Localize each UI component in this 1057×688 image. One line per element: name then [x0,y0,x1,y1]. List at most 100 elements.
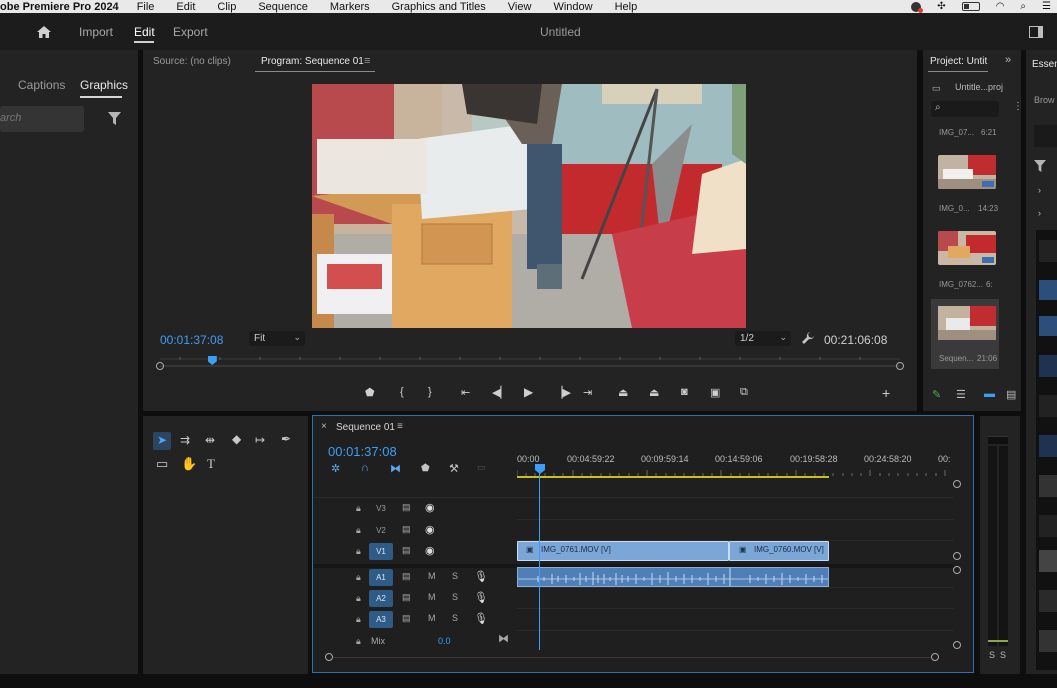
type-tool-icon[interactable]: T [207,456,215,472]
project-tab[interactable]: Project: Untit [930,56,987,67]
sync-lock-icon[interactable]: ▤ [402,502,411,513]
track-label[interactable]: V2 [369,522,393,539]
search-icon[interactable]: ⌕ [1020,1,1026,12]
mark-in-icon[interactable]: { [400,386,404,398]
go-to-in-icon[interactable]: ⇤ [461,386,470,399]
graphics-tab[interactable]: Graphics [80,78,128,92]
lock-icon[interactable]: 🔒︎ [356,636,361,647]
hand-tool-icon[interactable]: ✋ [181,456,197,472]
menu-edit[interactable]: Edit [176,1,195,13]
panel-layout-icon[interactable] [1029,26,1043,38]
sync-lock-icon[interactable]: ▤ [402,524,411,535]
rectangle-tool-icon[interactable]: ▭ [156,456,168,472]
timeline-timecode[interactable]: 00:01:37:08 [328,444,397,459]
lock-icon[interactable]: 🔒︎ [356,614,361,625]
solo-button[interactable]: S [452,571,458,581]
lock-icon[interactable]: 🔒︎ [356,503,361,514]
audio-clip[interactable] [517,567,829,587]
lock-icon[interactable]: 🔒︎ [356,546,361,557]
work-area-bar[interactable] [517,476,829,478]
go-to-out-icon[interactable]: ⇥ [583,386,592,399]
import-tab[interactable]: Import [79,25,113,39]
razor-tool-icon[interactable]: ◆ [232,432,241,446]
source-tab[interactable]: Source: (no clips) [153,56,231,67]
wrench-settings-icon[interactable] [802,332,814,344]
program-timecode[interactable]: 00:01:37:08 [160,333,223,347]
project-thumbnail[interactable] [938,155,996,189]
solo-left-button[interactable]: S [989,650,995,660]
captions-tab[interactable]: Captions [18,78,65,92]
essentials-tab[interactable]: Essen [1032,59,1057,70]
sync-lock-icon[interactable]: ▤ [402,592,411,603]
comparison-view-icon[interactable]: ▣ [710,386,720,399]
video-clip[interactable]: ▣ IMG_0761.MOV [V] [517,541,729,561]
graphics-search-input[interactable]: arch [0,106,84,132]
zoom-fit-select[interactable]: Fit ⌄ [249,331,305,346]
creative-cloud-icon[interactable] [911,1,924,13]
selection-tool[interactable]: ➤ [153,432,171,450]
menu-window[interactable]: Window [553,1,592,13]
menu-view[interactable]: View [508,1,532,13]
microphone-icon[interactable]: 🎙︎ [474,591,488,604]
mix-volume-value[interactable]: 0.0 [438,636,451,646]
step-forward-icon[interactable]: ▕▶ [554,386,571,399]
project-options-icon[interactable]: ⋮ [1013,101,1023,112]
eye-icon[interactable]: ◉ [425,501,435,514]
panel-overflow-icon[interactable]: » [1005,54,1011,66]
program-tab[interactable]: Program: Sequence 01 [261,56,364,67]
sync-lock-icon[interactable]: ▤ [402,545,411,556]
play-icon[interactable]: ▶ [524,385,533,399]
program-panel-menu-icon[interactable]: ≡ [364,55,370,67]
mute-button[interactable]: M [428,571,436,581]
app-menu[interactable]: lobe Premiere Pro 2024 [0,1,119,13]
video-tracks-vertical-scrollbar[interactable] [953,480,963,570]
lift-icon[interactable]: ⏏ [618,386,628,399]
linked-selection-icon[interactable]: ⧓ [390,462,401,475]
track-label[interactable]: A3 [369,611,393,628]
export-tab[interactable]: Export [173,25,208,39]
microphone-icon[interactable]: 🎙︎ [474,570,488,583]
filter-icon[interactable] [1034,160,1046,172]
browse-tab[interactable]: Brow [1034,95,1055,105]
list-view-icon[interactable]: ☰ [956,388,966,401]
project-search-input[interactable]: ⌕ [931,101,999,117]
solo-button[interactable]: S [452,592,458,602]
pen-tool-icon[interactable]: ✒ [281,432,291,446]
lock-icon[interactable]: 🔒︎ [356,593,361,604]
wrench-settings-icon[interactable]: ⚒ [449,462,459,475]
captions-toggle-icon[interactable]: ▭ [477,462,486,473]
lock-icon[interactable]: 🔒︎ [356,572,361,583]
video-clip[interactable]: ▣ IMG_0760.MOV [V] [729,541,829,561]
mark-out-icon[interactable]: } [428,386,432,398]
export-frame-camera-icon[interactable]: ◙ [681,386,688,398]
project-thumbnail[interactable] [938,231,996,265]
proxy-toggle-icon[interactable]: ⧉ [740,386,748,399]
solo-right-button[interactable]: S [1000,650,1006,660]
sync-lock-icon[interactable]: ▤ [402,571,411,582]
battery-icon[interactable] [961,2,980,11]
sync-lock-icon[interactable]: ▤ [402,613,411,624]
home-icon[interactable] [36,25,52,39]
control-icon[interactable]: ✣ [937,1,945,12]
effects-thumbnail-strip[interactable] [1036,230,1057,670]
write-on-pencil-icon[interactable]: ✎ [932,388,941,401]
mute-button[interactable]: M [428,592,436,602]
track-label[interactable]: V1 [369,543,393,560]
menu-graphics-and-titles[interactable]: Graphics and Titles [392,1,486,13]
sequence-tab[interactable]: Sequence 01 [336,422,395,433]
solo-button[interactable]: S [452,613,458,623]
sequence-menu-icon[interactable]: ≡ [397,421,403,432]
program-scrub-bar[interactable] [156,356,904,370]
wifi-icon[interactable]: ◠ [996,1,1005,12]
slip-tool-icon[interactable]: ↦ [255,433,265,447]
menu-help[interactable]: Help [615,1,638,13]
close-icon[interactable]: × [321,421,327,432]
mute-button[interactable]: M [428,613,436,623]
step-back-icon[interactable]: ◀▏ [492,386,509,399]
timeline-horizontal-scrollbar[interactable] [325,653,939,663]
snap-magnet-icon[interactable]: ∩ [361,462,369,474]
add-marker-icon[interactable]: ⬟ [421,463,430,474]
timeline-ruler[interactable]: 00:00 00:04:59:22 00:09:59:14 00:14:59:0… [517,450,954,480]
project-item-selected[interactable]: Sequen... 21:06 [931,299,999,369]
track-label[interactable]: A1 [369,569,393,586]
